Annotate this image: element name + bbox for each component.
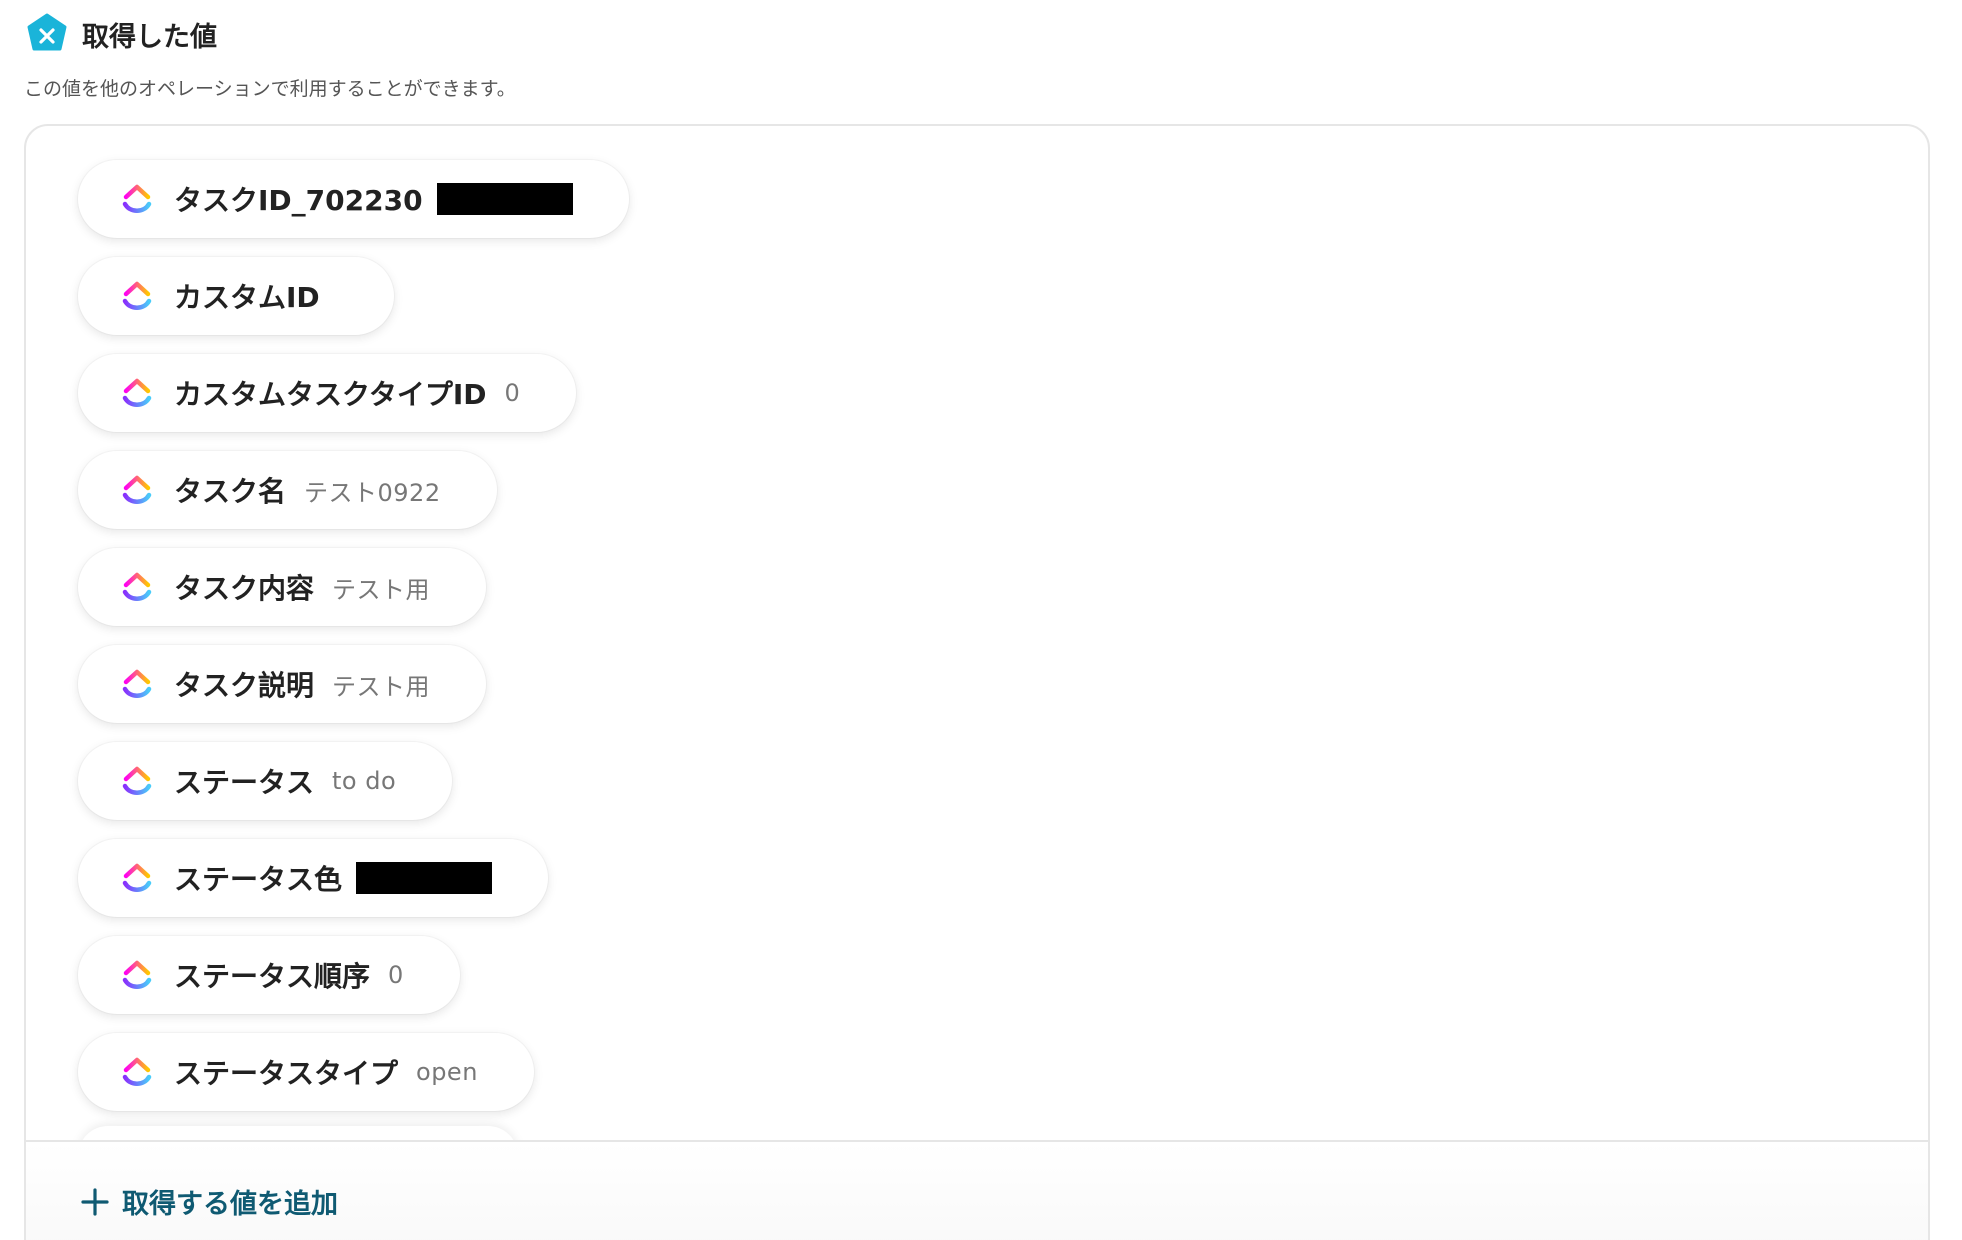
clickup-icon — [122, 281, 152, 310]
chip-label: カスタムID — [174, 281, 320, 314]
clickup-icon — [122, 572, 152, 601]
chip-label: タスク名 — [174, 475, 287, 508]
value-chip-custom-task-type-id[interactable]: カスタムタスクタイプID 0 — [78, 354, 577, 432]
value-chip-task-id[interactable]: タスクID_702230 — [78, 160, 629, 238]
clickup-icon — [122, 960, 152, 989]
chip-value: テスト用 — [332, 672, 431, 701]
chip-label: ステータス色 — [174, 863, 343, 896]
chip-label: ステータス順序 — [174, 960, 371, 993]
header: 取得した値 — [26, 10, 217, 58]
chip-label: ステータスタイプ — [174, 1057, 399, 1090]
plus-icon — [81, 1187, 109, 1216]
value-chip-status-order[interactable]: ステータス順序 0 — [78, 936, 460, 1014]
page-root: 取得した値 この値を他のオペレーションで利用することができます。 タスクID_7… — [0, 0, 1962, 1240]
clickup-icon — [122, 1057, 152, 1086]
value-chip-task-name[interactable]: タスク名 テスト0922 — [78, 451, 497, 529]
chip-label: タスクID_702230 — [174, 184, 423, 217]
value-chip-task-content[interactable]: タスク内容 テスト用 — [78, 548, 487, 626]
chip-value: 0 — [504, 379, 521, 407]
yoom-x-icon — [26, 13, 68, 55]
value-chip-status-type[interactable]: ステータスタイプ open — [78, 1033, 534, 1111]
value-chip-status[interactable]: ステータス to do — [78, 742, 453, 820]
chip-value: to do — [332, 767, 397, 795]
chip-label: カスタムタスクタイプID — [174, 378, 487, 411]
value-chip-custom-id[interactable]: カスタムID — [78, 257, 394, 335]
chip-value: 0 — [388, 961, 404, 989]
redacted-value — [356, 862, 493, 894]
value-chip-status-color[interactable]: ステータス色 — [78, 839, 549, 917]
clickup-icon — [122, 863, 152, 892]
value-list: タスクID_702230 カスタムID カスタムタスクタイプID 0 タスク名 … — [78, 160, 1078, 1130]
add-value-button[interactable]: 取得する値を追加 — [80, 1182, 338, 1221]
value-chip-task-description[interactable]: タスク説明 テスト用 — [78, 645, 487, 723]
chip-value: open — [416, 1058, 478, 1086]
panel-footer: 取得する値を追加 — [26, 1140, 1928, 1240]
clickup-icon — [122, 766, 152, 795]
clickup-icon — [122, 669, 152, 698]
clickup-icon — [122, 378, 152, 407]
page-title: 取得した値 — [82, 21, 217, 53]
add-value-label: 取得する値を追加 — [122, 1189, 338, 1220]
clickup-icon — [122, 184, 152, 213]
clickup-icon — [122, 475, 152, 504]
chip-label: タスク説明 — [174, 669, 315, 702]
page-subtitle: この値を他のオペレーションで利用することができます。 — [24, 78, 516, 100]
redacted-value — [436, 183, 573, 215]
chip-value: テスト0922 — [304, 478, 441, 507]
chip-label: ステータス — [174, 766, 315, 799]
values-panel: タスクID_702230 カスタムID カスタムタスクタイプID 0 タスク名 … — [24, 124, 1930, 1240]
chip-label: タスク内容 — [174, 572, 315, 605]
chip-value: テスト用 — [332, 575, 431, 604]
